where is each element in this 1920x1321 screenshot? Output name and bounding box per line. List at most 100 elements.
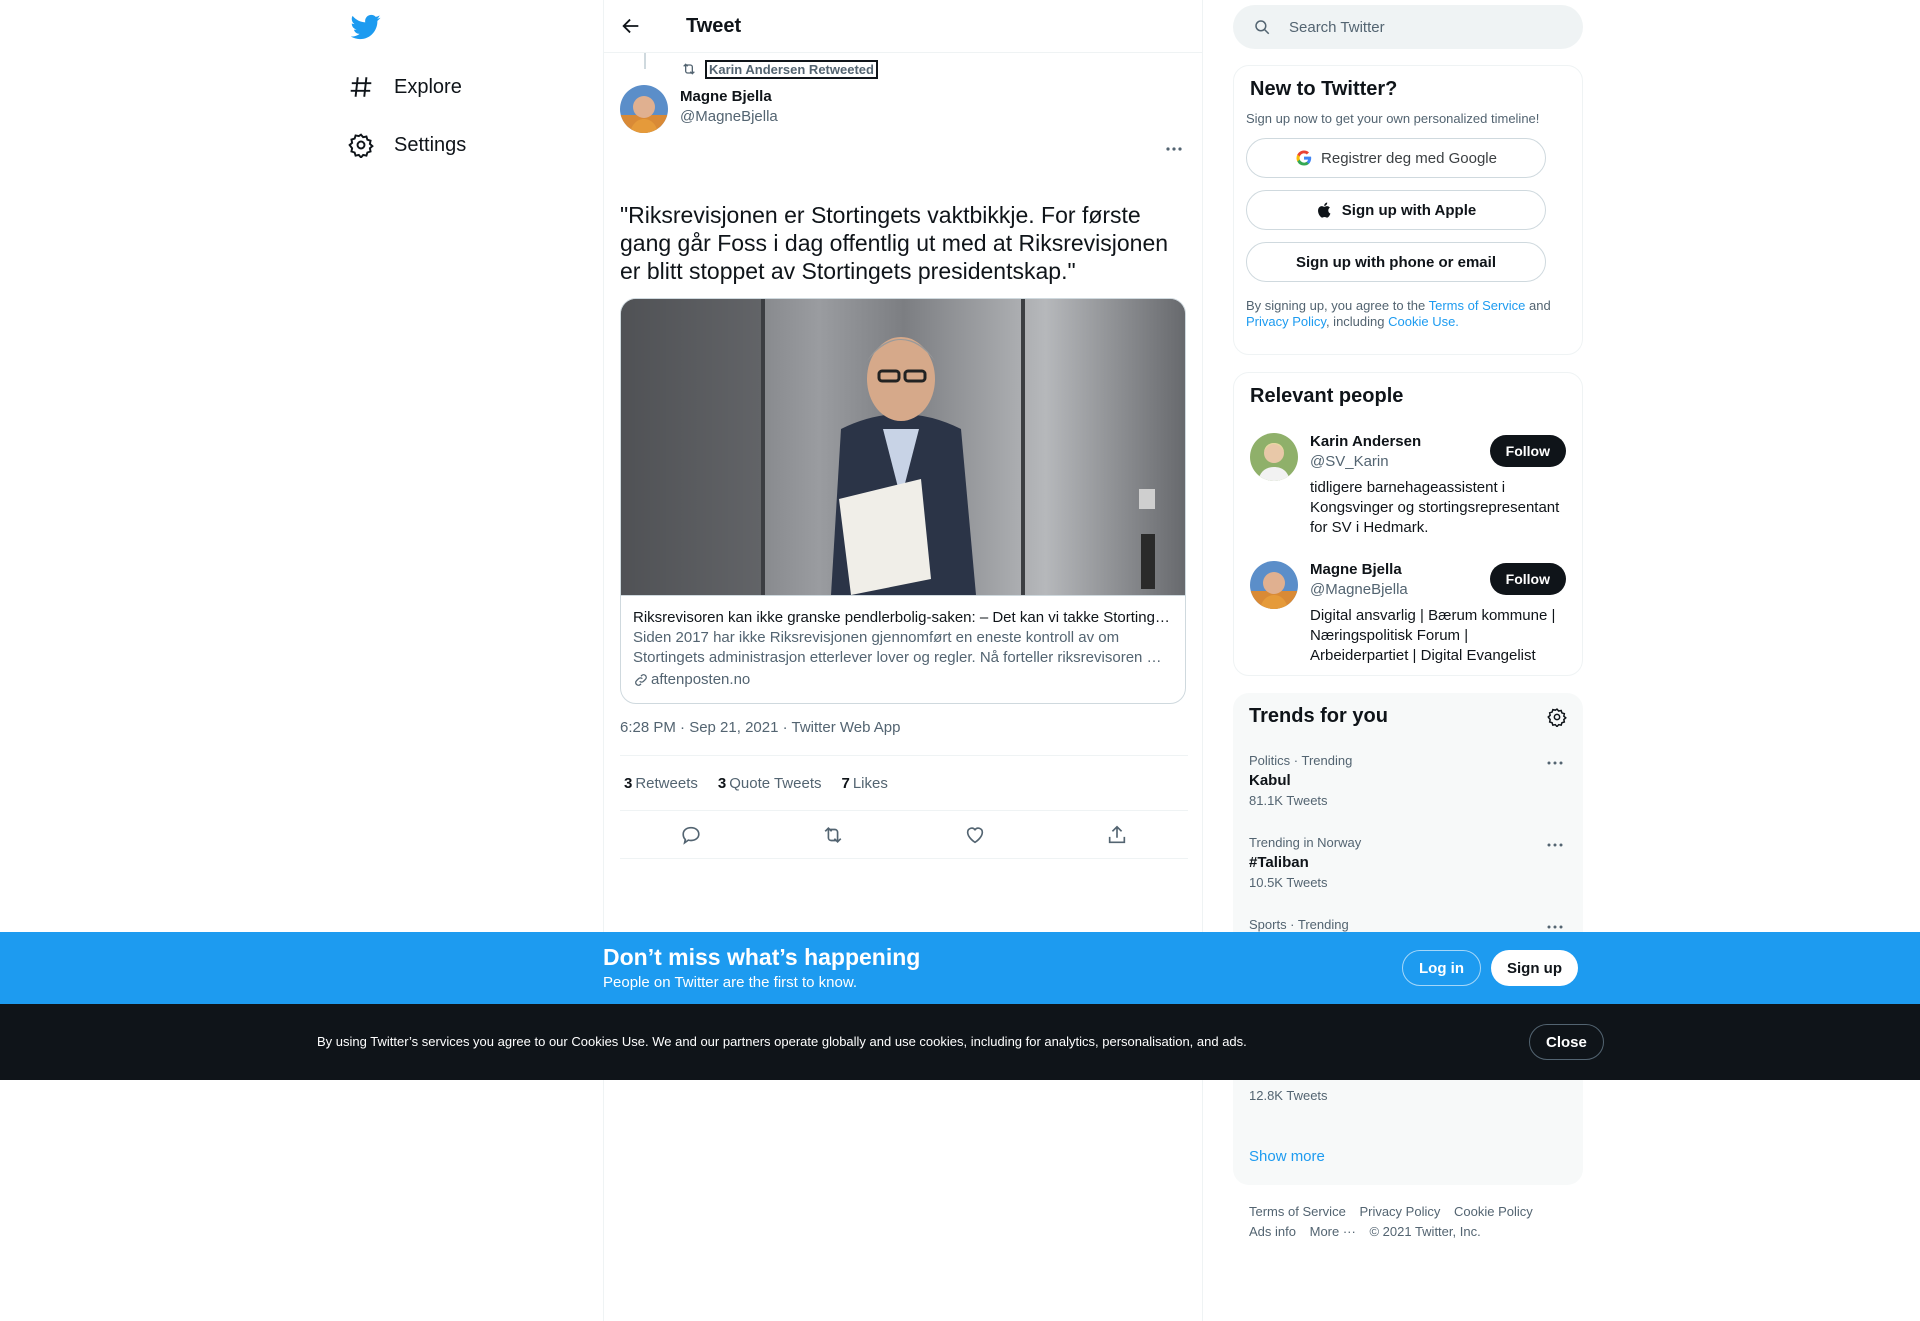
cookie-use-link[interactable]: Cookie Use.	[1388, 314, 1459, 329]
apple-signup-button[interactable]: Sign up with Apple	[1246, 190, 1546, 230]
footer-cookie-link[interactable]: Cookie Policy	[1454, 1204, 1533, 1219]
retweet-button[interactable]	[816, 818, 850, 852]
link-icon	[635, 674, 647, 686]
footer-ads-link[interactable]: Ads info	[1249, 1224, 1296, 1239]
search-input[interactable]	[1289, 18, 1549, 36]
signup-terms: By signing up, you agree to the Terms of…	[1246, 298, 1556, 330]
card-domain: aftenposten.no	[633, 670, 1173, 690]
tweet-meta: 6:28 PM · Sep 21, 2021 · Twitter Web App	[620, 719, 900, 736]
footer-copyright: © 2021 Twitter, Inc.	[1369, 1224, 1481, 1239]
nav-explore[interactable]: Explore	[348, 62, 474, 112]
banner-subtitle: People on Twitter are the first to know.	[603, 974, 858, 991]
like-button[interactable]	[958, 818, 992, 852]
terms-of-service-link[interactable]: Terms of Service	[1429, 298, 1526, 313]
google-icon	[1296, 150, 1312, 166]
link-card[interactable]: Riksrevisoren kan ikke granske pendlerbo…	[620, 298, 1186, 704]
right-sidebar: New to Twitter? Sign up now to get your …	[1233, 0, 1583, 1321]
search-box[interactable]	[1233, 5, 1583, 49]
likes-stat[interactable]: 7 Likes	[842, 775, 888, 792]
author-handle[interactable]: @MagneBjella	[680, 107, 778, 127]
tweet-source[interactable]: Twitter Web App	[792, 719, 901, 736]
footer-terms-link[interactable]: Terms of Service	[1249, 1204, 1346, 1219]
heart-icon	[966, 826, 984, 843]
trend-item[interactable]: Politics · Trending Kabul 81.1K Tweets	[1249, 753, 1565, 808]
privacy-policy-link[interactable]: Privacy Policy	[1246, 314, 1326, 329]
apple-signup-label: Sign up with Apple	[1341, 201, 1477, 219]
phone-email-signup-button[interactable]: Sign up with phone or email	[1246, 242, 1546, 282]
quote-tweets-stat[interactable]: 3 Quote Tweets	[718, 775, 822, 792]
banner-title: Don’t miss what’s happening	[603, 944, 921, 970]
author: Magne Bjella @MagneBjella	[680, 87, 778, 127]
retweets-stat[interactable]: 3 Retweets	[624, 775, 698, 792]
retweet-icon	[683, 63, 695, 75]
trend-name: #Taliban	[1249, 854, 1309, 871]
follow-button[interactable]: Follow	[1489, 435, 1566, 467]
twitter-logo-icon[interactable]	[351, 12, 381, 42]
trend-count: 81.1K Tweets	[1249, 793, 1328, 808]
footer-privacy-link[interactable]: Privacy Policy	[1359, 1204, 1440, 1219]
share-button[interactable]	[1100, 818, 1134, 852]
nav-settings[interactable]: Settings	[348, 120, 478, 170]
card-domain-text: aftenposten.no	[651, 671, 751, 688]
card-image	[621, 299, 1185, 595]
person-handle[interactable]: @MagneBjella	[1310, 580, 1408, 600]
tweet-stats: 3 Retweets 3 Quote Tweets 7 Likes	[620, 755, 1188, 811]
more-options-icon[interactable]	[1164, 139, 1184, 159]
follow-button[interactable]: Follow	[1489, 563, 1566, 595]
google-signup-label: Registrer deg med Google	[1321, 149, 1497, 167]
retweets-label: Retweets	[635, 774, 698, 792]
quotes-label: Quote Tweets	[729, 774, 822, 792]
trend-category: Trending in Norway	[1249, 835, 1362, 850]
avatar[interactable]	[1250, 561, 1298, 609]
retweeted-by-link[interactable]: Karin Andersen Retweeted	[705, 59, 878, 79]
nav-settings-label: Settings	[394, 133, 467, 156]
trend-count: 12.8K Tweets	[1249, 1088, 1328, 1103]
card-description: Siden 2017 har ikke Riksrevisjonen gjenn…	[633, 629, 1162, 666]
author-name[interactable]: Magne Bjella	[680, 87, 778, 107]
new-to-twitter-subtitle: Sign up now to get your own personalized…	[1246, 111, 1540, 126]
signup-button[interactable]: Sign up	[1491, 950, 1578, 986]
card-body: Riksrevisoren kan ikke granske pendlerbo…	[621, 595, 1185, 702]
tweet-actions	[620, 811, 1188, 859]
person-bio: tidligere barnehageassistent i Kongsving…	[1310, 479, 1560, 536]
trend-item[interactable]: Trending in Norway #Taliban 10.5K Tweets	[1249, 835, 1565, 890]
avatar[interactable]	[1250, 433, 1298, 481]
trends-title: Trends for you	[1249, 705, 1388, 727]
trend-count: 10.5K Tweets	[1249, 875, 1328, 890]
gear-icon	[348, 133, 374, 158]
meta-separator: ·	[782, 719, 792, 736]
tweet-text: "Riksrevisjonen er Stortingets vaktbikkj…	[620, 202, 1169, 284]
back-arrow-icon[interactable]	[620, 15, 642, 37]
reply-button[interactable]	[674, 818, 708, 852]
cookie-text: By using Twitter’s services you agree to…	[317, 1034, 1247, 1049]
person-name[interactable]: Karin Andersen	[1310, 432, 1421, 452]
login-button[interactable]: Log in	[1402, 950, 1481, 986]
main-column: Tweet Karin Andersen Retweeted Magne Bje…	[603, 0, 1203, 1321]
footer-more-link[interactable]: More ···	[1310, 1224, 1356, 1239]
footer-links: Terms of Service Privacy Policy Cookie P…	[1249, 1202, 1569, 1242]
likes-count: 7	[841, 774, 850, 792]
relevant-people-title: Relevant people	[1250, 385, 1404, 407]
person-handle[interactable]: @SV_Karin	[1310, 452, 1389, 472]
tweet-time[interactable]: 6:28 PM · Sep 21, 2021	[620, 719, 778, 736]
quotes-count: 3	[717, 774, 727, 792]
retweets-count: 3	[624, 774, 633, 792]
terms-including: , including	[1325, 314, 1389, 329]
gear-icon[interactable]	[1547, 707, 1567, 727]
hashtag-icon	[350, 77, 372, 97]
likes-label: Likes	[852, 774, 888, 792]
google-signup-button[interactable]: Registrer deg med Google	[1246, 138, 1546, 178]
tweet-header: Tweet	[604, 0, 1202, 53]
close-cookie-button[interactable]: Close	[1529, 1024, 1604, 1060]
search-icon	[1255, 20, 1270, 35]
relevant-people-panel: Relevant people Karin Andersen @SV_Karin…	[1233, 372, 1583, 676]
trend-name: Kabul	[1249, 772, 1291, 789]
more-options-icon[interactable]	[1545, 753, 1565, 773]
cookie-banner: By using Twitter’s services you agree to…	[0, 1004, 1920, 1080]
show-more-link[interactable]: Show more	[1249, 1148, 1325, 1165]
trend-category: Politics · Trending	[1249, 753, 1353, 768]
avatar[interactable]	[620, 85, 668, 133]
person-name[interactable]: Magne Bjella	[1310, 560, 1402, 580]
new-to-twitter-panel: New to Twitter? Sign up now to get your …	[1233, 65, 1583, 355]
more-options-icon[interactable]	[1545, 835, 1565, 855]
